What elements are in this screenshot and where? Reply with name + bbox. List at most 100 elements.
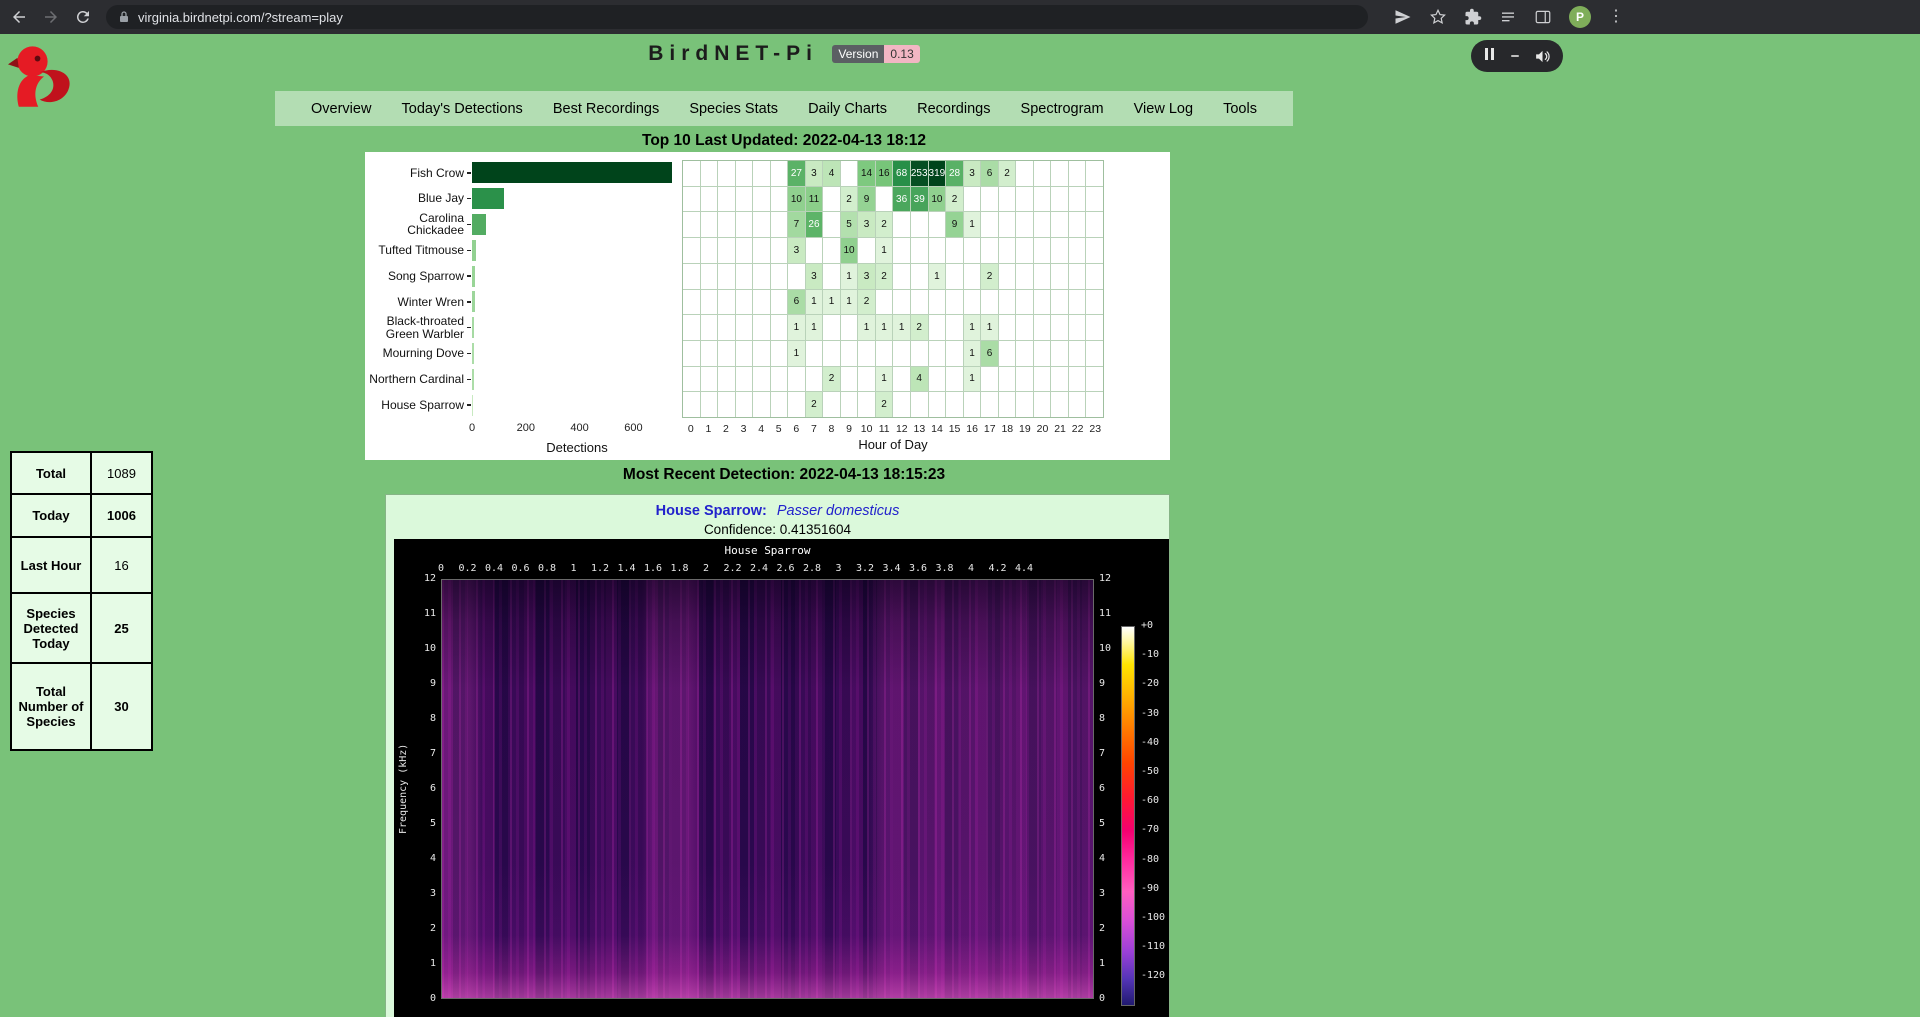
- heatmap-cell: [964, 238, 981, 263]
- spec-x-tick: 4.2: [988, 563, 1006, 574]
- heatmap-cell: 2: [911, 315, 928, 340]
- browser-menu-icon[interactable]: ⋮: [1608, 9, 1624, 25]
- heatmap-cell: 1: [876, 315, 893, 340]
- heatmap-cell: [1034, 264, 1051, 289]
- species-link[interactable]: House Sparrow:: [656, 503, 767, 519]
- nav-item-best-recordings[interactable]: Best Recordings: [553, 101, 659, 117]
- stats-value[interactable]: 30: [91, 663, 152, 750]
- heatmap-cell: [701, 392, 718, 417]
- stats-value[interactable]: 25: [91, 593, 152, 663]
- nav-item-spectrogram[interactable]: Spectrogram: [1021, 101, 1104, 117]
- profile-avatar[interactable]: P: [1569, 6, 1591, 28]
- species-label: Blue Jay: [365, 186, 471, 212]
- lock-icon: [118, 10, 130, 24]
- species-label: House Sparrow: [365, 392, 471, 418]
- heatmap-cell: [1069, 187, 1086, 212]
- hour-axis-tick-label: 1: [705, 423, 711, 435]
- frequency-axis-label: Frequency (kHz): [398, 579, 409, 999]
- heatmap-cell: [1086, 315, 1103, 340]
- spec-y-tick-left: 6: [414, 783, 436, 794]
- back-button[interactable]: [10, 8, 28, 26]
- nav-item-view-log[interactable]: View Log: [1134, 101, 1193, 117]
- hour-axis-tick-label: 4: [758, 423, 764, 435]
- side-panel-icon[interactable]: [1534, 8, 1552, 26]
- heatmap-cell: [683, 161, 700, 186]
- nav-item-daily-charts[interactable]: Daily Charts: [808, 101, 887, 117]
- hour-axis-tick-label: 16: [966, 423, 978, 435]
- nav-item-species-stats[interactable]: Species Stats: [689, 101, 778, 117]
- axis-tick: [467, 327, 471, 329]
- spec-y-tick-right: 11: [1099, 608, 1111, 619]
- heatmap-cell: [683, 341, 700, 366]
- spec-x-tick: 2.8: [803, 563, 821, 574]
- forward-button[interactable]: [42, 8, 60, 26]
- heatmap-cell: [1016, 341, 1033, 366]
- detection-title: House Sparrow: Passer domesticus: [386, 503, 1169, 519]
- heatmap-cell: [946, 315, 963, 340]
- version-badge: Version 0.13: [832, 45, 919, 63]
- reload-button[interactable]: [74, 8, 92, 26]
- scientific-name-link[interactable]: Passer domesticus: [777, 503, 900, 519]
- heatmap-cell: [1016, 212, 1033, 237]
- heatmap-cell: [911, 212, 928, 237]
- heatmap-cell: [823, 212, 840, 237]
- spec-y-tick-left: 1: [414, 958, 436, 969]
- stats-row: Today1006: [11, 494, 152, 537]
- heatmap-cell: [683, 264, 700, 289]
- spec-x-tick: 0.4: [485, 563, 503, 574]
- reading-list-icon[interactable]: [1499, 8, 1517, 26]
- nav-item-overview[interactable]: Overview: [311, 101, 371, 117]
- axis-tick: [467, 301, 471, 303]
- extensions-puzzle-icon[interactable]: [1464, 8, 1482, 26]
- heatmap-cell: [981, 367, 998, 392]
- heatmap-cell: [771, 367, 788, 392]
- bar-axis-tick-label: 0: [469, 422, 475, 434]
- heatmap-cell: 14: [858, 161, 875, 186]
- volume-icon[interactable]: [1534, 48, 1551, 65]
- heatmap-cell: 26: [806, 212, 823, 237]
- axis-tick: [467, 275, 471, 277]
- heatmap-cell: [911, 290, 928, 315]
- spec-y-tick-left: 7: [414, 748, 436, 759]
- heatmap-cell: [1051, 238, 1068, 263]
- pause-button[interactable]: [1483, 47, 1495, 65]
- heatmap-cell: [1051, 392, 1068, 417]
- hour-axis-tick-label: 8: [829, 423, 835, 435]
- species-label: Carolina Chickadee: [365, 212, 471, 238]
- colorbar-tick: -70: [1141, 824, 1159, 835]
- heatmap-cell: [1034, 238, 1051, 263]
- heatmap-cell: [981, 238, 998, 263]
- bookmark-star-icon[interactable]: [1429, 8, 1447, 26]
- spectrogram-plot: [441, 579, 1094, 999]
- heatmap-cell: 11: [806, 187, 823, 212]
- heatmap-cell: [893, 264, 910, 289]
- send-icon[interactable]: [1394, 8, 1412, 26]
- colorbar-tick: -100: [1141, 912, 1165, 923]
- species-name: Mourning Dove: [383, 347, 464, 360]
- spectrogram-image: House Sparrow Frequency (kHz) 00.20.40.6…: [394, 539, 1169, 1017]
- address-bar[interactable]: virginia.birdnetpi.com/?stream=play: [106, 5, 1368, 29]
- nav-item-recordings[interactable]: Recordings: [917, 101, 990, 117]
- confidence-text: Confidence: 0.41351604: [386, 522, 1169, 537]
- heatmap-cell: [736, 187, 753, 212]
- heatmap-cell: [946, 341, 963, 366]
- heatmap-cell: 1: [929, 264, 946, 289]
- nav-item-tools[interactable]: Tools: [1223, 101, 1257, 117]
- spec-y-tick-right: 5: [1099, 818, 1105, 829]
- heatmap-cell: [823, 187, 840, 212]
- heatmap-cell: [946, 290, 963, 315]
- spec-y-tick-left: 10: [414, 643, 436, 654]
- heatmap-cell: [701, 187, 718, 212]
- hour-axis-tick-label: 2: [723, 423, 729, 435]
- heatmap-cell: 1: [788, 341, 805, 366]
- heatmap-cell: 3: [788, 238, 805, 263]
- heatmap: 2734141668253319283621011293639102726532…: [682, 160, 1104, 418]
- spec-x-tick: 2: [703, 563, 709, 574]
- species-name: Northern Cardinal: [369, 373, 464, 386]
- seek-bar[interactable]: [1511, 55, 1519, 57]
- stats-value[interactable]: 1006: [91, 494, 152, 537]
- heatmap-cell: [1016, 187, 1033, 212]
- heatmap-cell: 4: [823, 161, 840, 186]
- nav-item-today-s-detections[interactable]: Today's Detections: [402, 101, 523, 117]
- heatmap-cell: [753, 315, 770, 340]
